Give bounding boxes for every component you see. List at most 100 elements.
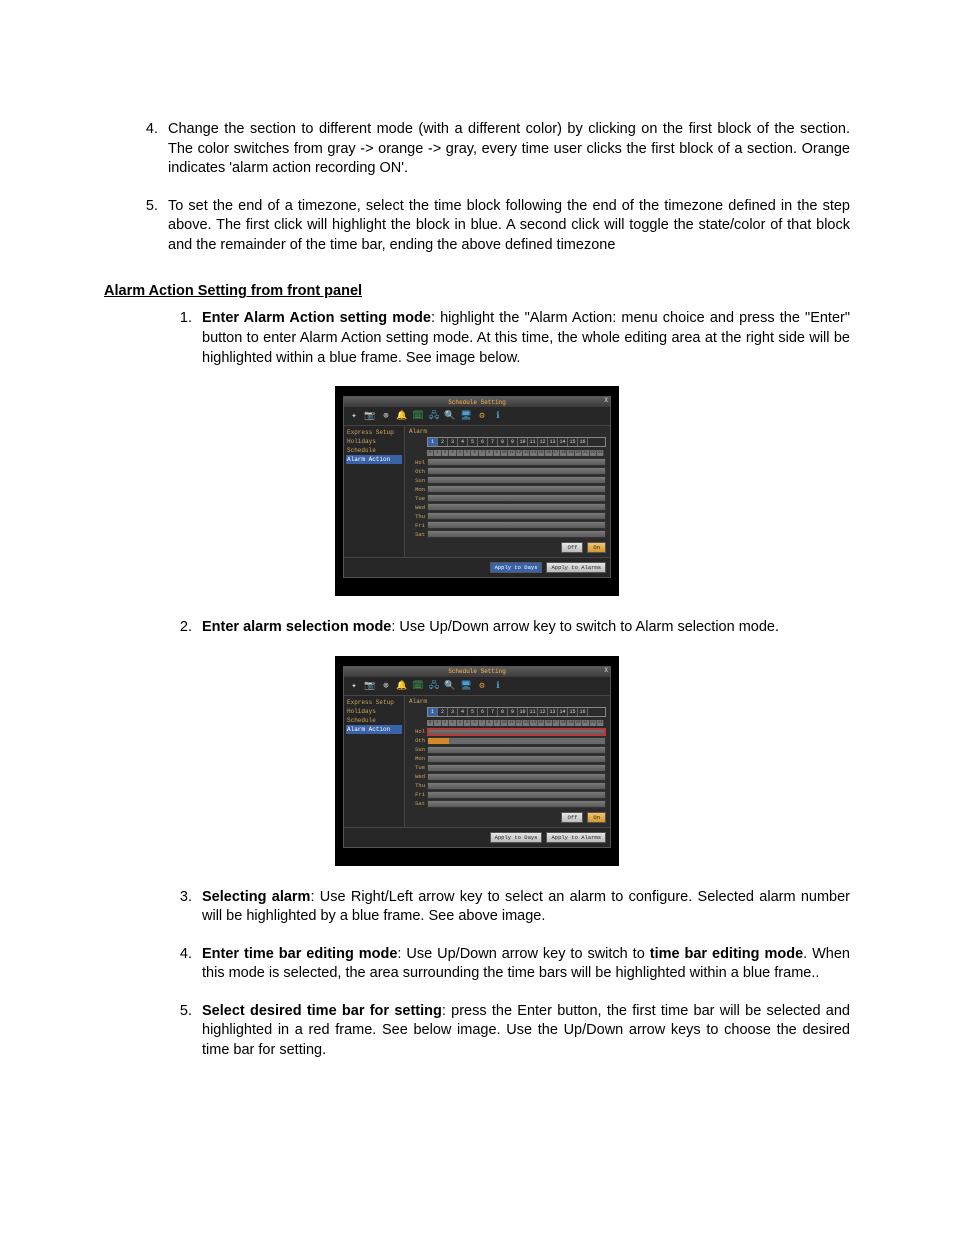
apply-days-button[interactable]: Apply to Days (490, 832, 543, 843)
time-bar[interactable] (427, 800, 606, 808)
time-bar[interactable] (427, 773, 606, 781)
sidebar-item[interactable]: Holidays (346, 437, 402, 446)
display-icon[interactable]: 🖥 (460, 680, 472, 692)
calendar-icon[interactable]: 🗓 (412, 680, 424, 692)
hour-cell: 16 (545, 720, 552, 726)
alarm-number[interactable]: 3 (448, 438, 458, 446)
sidebar-item[interactable]: Express Setup (346, 428, 402, 437)
alarm-number[interactable]: 4 (458, 708, 468, 716)
alarm-number[interactable]: 1 (428, 438, 438, 446)
time-bar[interactable] (427, 458, 606, 466)
sidebar-item[interactable]: Schedule (346, 716, 402, 725)
record-icon[interactable]: ⊚ (380, 680, 392, 692)
day-row: Oth (409, 737, 606, 745)
alarm-number[interactable]: 10 (518, 438, 528, 446)
search-icon[interactable]: 🔍 (444, 680, 456, 692)
alarm-number[interactable]: 2 (438, 438, 448, 446)
alarm-number[interactable]: 8 (498, 438, 508, 446)
alarm-number[interactable]: 13 (548, 708, 558, 716)
sidebar-item[interactable]: Schedule (346, 446, 402, 455)
alarm-number[interactable]: 12 (538, 438, 548, 446)
sub-list-item-5: Select desired time bar for setting: pre… (196, 1002, 850, 1061)
apply-alarms-button[interactable]: Apply to Alarms (546, 832, 606, 843)
legend-on: On (587, 542, 606, 553)
time-bar[interactable] (427, 782, 606, 790)
alarm-number[interactable]: 7 (488, 438, 498, 446)
alarm-number[interactable]: 10 (518, 708, 528, 716)
apply-days-button[interactable]: Apply to Days (490, 562, 543, 573)
day-label: Tue (409, 764, 427, 771)
time-bar[interactable] (427, 791, 606, 799)
alarm-number[interactable]: 11 (528, 708, 538, 716)
display-icon[interactable]: 🖥 (460, 410, 472, 422)
hour-cell: 10 (501, 720, 508, 726)
time-bar[interactable] (427, 521, 606, 529)
gear-icon[interactable]: ⚙ (476, 410, 488, 422)
time-bar[interactable] (427, 467, 606, 475)
alarm-number[interactable]: 16 (578, 438, 588, 446)
alarm-number[interactable]: 3 (448, 708, 458, 716)
hour-cell: 0 (427, 720, 434, 726)
alarm-number[interactable]: 13 (548, 438, 558, 446)
alarm-number[interactable]: 4 (458, 438, 468, 446)
time-bar[interactable] (427, 755, 606, 763)
info-icon[interactable]: ℹ (492, 680, 504, 692)
info-icon[interactable]: ℹ (492, 410, 504, 422)
dvr-screenshot: Schedule Setting X ✦ 📷 ⊚ 🔔 🗓 🖧 🔍 🖥 ⚙ ℹ (335, 386, 619, 596)
alarm-number[interactable]: 7 (488, 708, 498, 716)
close-icon[interactable]: X (604, 667, 608, 674)
alarm-number-row[interactable]: 12345678910111213141516 (427, 437, 606, 447)
alarm-number[interactable]: 16 (578, 708, 588, 716)
day-label: Oth (409, 468, 427, 475)
search-icon[interactable]: 🔍 (444, 410, 456, 422)
time-bar[interactable] (427, 476, 606, 484)
alarm-number[interactable]: 9 (508, 708, 518, 716)
alarm-number[interactable]: 6 (478, 708, 488, 716)
alarm-number[interactable]: 15 (568, 708, 578, 716)
camera-icon[interactable]: 📷 (364, 410, 376, 422)
alarm-number[interactable]: 11 (528, 438, 538, 446)
alarm-number[interactable]: 8 (498, 708, 508, 716)
time-bar[interactable] (427, 503, 606, 511)
gear-icon[interactable]: ⚙ (476, 680, 488, 692)
sidebar-item[interactable]: Alarm Action (346, 455, 402, 464)
alarm-number[interactable]: 9 (508, 438, 518, 446)
sidebar-item[interactable]: Express Setup (346, 698, 402, 707)
time-bar[interactable] (427, 530, 606, 538)
hour-cell: 19 (567, 450, 574, 456)
bell-icon[interactable]: 🔔 (396, 680, 408, 692)
time-bar[interactable] (427, 494, 606, 502)
tool-icon[interactable]: ✦ (348, 410, 360, 422)
sidebar-item[interactable]: Alarm Action (346, 725, 402, 734)
record-icon[interactable]: ⊚ (380, 410, 392, 422)
time-bar[interactable] (427, 728, 606, 736)
day-label: Sat (409, 800, 427, 807)
apply-alarms-button[interactable]: Apply to Alarms (546, 562, 606, 573)
network-icon[interactable]: 🖧 (428, 410, 440, 422)
alarm-number[interactable]: 14 (558, 708, 568, 716)
alarm-number[interactable]: 5 (468, 708, 478, 716)
camera-icon[interactable]: 📷 (364, 680, 376, 692)
sidebar-item[interactable]: Holidays (346, 707, 402, 716)
time-bar[interactable] (427, 512, 606, 520)
time-bar[interactable] (427, 485, 606, 493)
time-bar[interactable] (427, 746, 606, 754)
alarm-number[interactable]: 5 (468, 438, 478, 446)
tool-icon[interactable]: ✦ (348, 680, 360, 692)
toolbar: ✦ 📷 ⊚ 🔔 🗓 🖧 🔍 🖥 ⚙ ℹ (344, 677, 610, 696)
time-bar[interactable] (427, 764, 606, 772)
alarm-number[interactable]: 6 (478, 438, 488, 446)
alarm-number[interactable]: 15 (568, 438, 578, 446)
close-icon[interactable]: X (604, 397, 608, 404)
bell-icon[interactable]: 🔔 (396, 410, 408, 422)
alarm-number[interactable]: 14 (558, 438, 568, 446)
alarm-number[interactable]: 1 (428, 708, 438, 716)
section-heading: Alarm Action Setting from front panel (104, 283, 850, 299)
alarm-number-row[interactable]: 12345678910111213141516 (427, 707, 606, 717)
alarm-number[interactable]: 12 (538, 708, 548, 716)
network-icon[interactable]: 🖧 (428, 680, 440, 692)
alarm-number[interactable]: 2 (438, 708, 448, 716)
calendar-icon[interactable]: 🗓 (412, 410, 424, 422)
hour-cell: 3 (449, 450, 456, 456)
time-bar[interactable] (427, 737, 606, 745)
